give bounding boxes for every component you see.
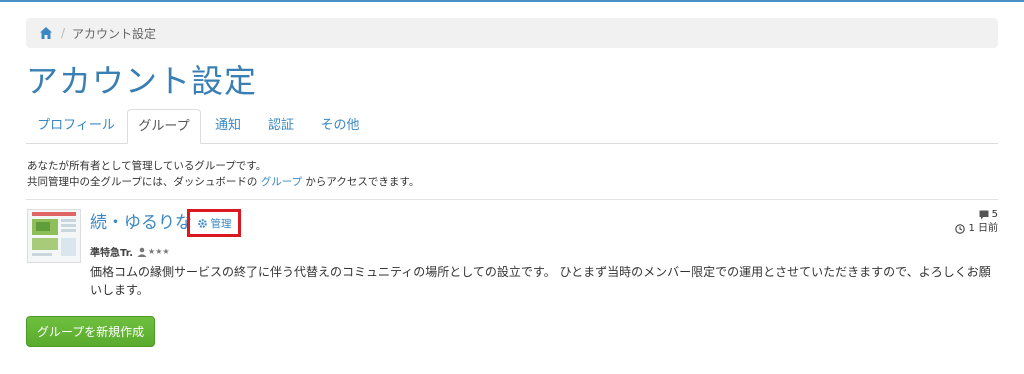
- intro-line-1: あなたが所有者として管理しているグループです。: [27, 160, 267, 172]
- group-title-link[interactable]: 続・ゆるりな: [90, 211, 192, 235]
- tab-other[interactable]: その他: [310, 109, 370, 143]
- group-thumbnail[interactable]: [27, 209, 81, 263]
- page-title: アカウント設定: [26, 62, 258, 100]
- group-meta: 5 1 日前: [955, 208, 998, 236]
- breadcrumb-current: アカウント設定: [72, 26, 157, 41]
- group-age: 1 日前: [968, 223, 998, 234]
- settings-tabs: プロフィール グループ 通知 認証 その他: [26, 109, 998, 144]
- tab-notifications[interactable]: 通知: [204, 109, 252, 143]
- create-group-button[interactable]: グループを新規作成: [26, 316, 155, 347]
- tab-profile[interactable]: プロフィール: [26, 109, 126, 143]
- home-icon[interactable]: [39, 26, 53, 40]
- owner-name[interactable]: 準特急Tr.: [90, 244, 133, 259]
- dashboard-groups-link[interactable]: グループ: [261, 176, 302, 188]
- rating-stars: ★★★: [148, 247, 170, 256]
- group-description: 価格コムの縁側サービスの終了に伴う代替えのコミュニティの場所としての設立です。 …: [90, 265, 991, 297]
- clock-icon: [955, 224, 966, 234]
- tab-group[interactable]: グループ: [127, 109, 201, 144]
- user-icon: [137, 247, 147, 257]
- gear-icon: [197, 218, 207, 228]
- intro-line-2-suffix: からアクセスできます。: [302, 176, 420, 188]
- top-accent-bar: [0, 0, 1024, 2]
- breadcrumb: / アカウント設定: [26, 18, 998, 48]
- comment-count: 5: [991, 209, 998, 220]
- intro-line-2: 共同管理中の全グループには、ダッシュボードの グループ からアクセスできます。: [27, 174, 419, 190]
- group-owner: 準特急Tr. ★★★: [90, 244, 170, 259]
- intro-line-2-prefix: 共同管理中の全グループには、ダッシュボードの: [27, 176, 261, 188]
- tab-authentication[interactable]: 認証: [256, 109, 306, 143]
- comment-icon: [979, 210, 989, 220]
- divider: [26, 199, 998, 200]
- intro-text: あなたが所有者として管理しているグループです。 共同管理中の全グループには、ダッ…: [27, 158, 419, 190]
- breadcrumb-separator: /: [61, 26, 66, 40]
- manage-button[interactable]: 管理: [187, 209, 241, 237]
- manage-label: 管理: [210, 217, 232, 230]
- comment-count-row: 5: [955, 208, 998, 222]
- age-row: 1 日前: [955, 222, 998, 236]
